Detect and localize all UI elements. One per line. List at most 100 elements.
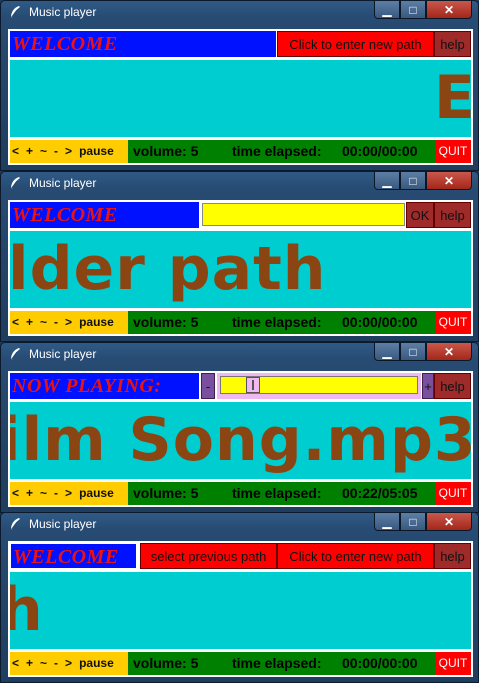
next-button[interactable]: > <box>65 486 72 500</box>
maximize-icon: □ <box>409 2 417 17</box>
maximize-button[interactable]: □ <box>400 513 426 531</box>
music-player-window-2: Music player ▁ □ ✕ WELCOME OK help lder … <box>0 171 479 342</box>
volume-up-button[interactable]: + <box>26 315 33 329</box>
prev-button[interactable]: < <box>12 656 19 670</box>
quit-button[interactable]: QUIT <box>435 652 471 675</box>
close-button[interactable]: ✕ <box>426 343 472 361</box>
minimize-button[interactable]: ▁ <box>374 343 400 361</box>
minimize-button[interactable]: ▁ <box>374 1 400 19</box>
scrolling-text: lder path <box>10 234 327 304</box>
status-label: WELCOME <box>10 202 199 228</box>
close-icon: ✕ <box>443 344 455 359</box>
feather-icon <box>10 177 20 190</box>
volume-down-button[interactable]: - <box>54 315 58 329</box>
pause-button[interactable]: pause <box>79 656 114 670</box>
minimize-icon: ▁ <box>382 514 392 529</box>
maximize-button[interactable]: □ <box>400 1 426 19</box>
close-button[interactable]: ✕ <box>426 172 472 190</box>
loop-button[interactable]: ~ <box>40 144 47 158</box>
scrolling-text: ilm Song.mp3 <box>10 405 471 475</box>
close-button[interactable]: ✕ <box>426 513 472 531</box>
enter-path-button[interactable]: Click to enter new path <box>277 543 434 569</box>
close-icon: ✕ <box>443 173 455 188</box>
loop-button[interactable]: ~ <box>40 486 47 500</box>
volume-label: volume: 5 <box>133 314 199 330</box>
volume-up-button[interactable]: + <box>26 656 33 670</box>
pause-button[interactable]: pause <box>79 486 114 500</box>
volume-down-button[interactable]: - <box>54 656 58 670</box>
status-bar: volume: 5 time elapsed: 00:00/00:00 <box>128 311 435 334</box>
quit-button[interactable]: QUIT <box>435 311 471 334</box>
window-title: Music player <box>29 5 97 19</box>
pause-button[interactable]: pause <box>79 315 114 329</box>
playback-controls: < + ~ - > pause <box>10 482 128 505</box>
status-label: NOW PLAYING: <box>10 373 199 399</box>
music-player-window-4: Music player ▁ □ ✕ WELCOME select previo… <box>0 512 479 683</box>
seek-back-button[interactable]: - <box>201 373 215 399</box>
song-display: lder path <box>10 231 471 308</box>
volume-up-button[interactable]: + <box>26 144 33 158</box>
maximize-button[interactable]: □ <box>400 172 426 190</box>
prev-button[interactable]: < <box>12 144 19 158</box>
title-bar[interactable]: Music player ▁ □ ✕ <box>1 1 478 23</box>
player-client-area: NOW PLAYING: - + help ilm Song.mp3 < + ~ - >… <box>8 371 473 507</box>
maximize-icon: □ <box>409 173 417 188</box>
minimize-button[interactable]: ▁ <box>374 513 400 531</box>
close-icon: ✕ <box>443 2 455 17</box>
quit-button[interactable]: QUIT <box>435 482 471 505</box>
pause-button[interactable]: pause <box>79 144 114 158</box>
maximize-button[interactable]: □ <box>400 343 426 361</box>
help-button[interactable]: help <box>434 202 471 228</box>
next-button[interactable]: > <box>65 144 72 158</box>
title-bar[interactable]: Music player ▁ □ ✕ <box>1 343 478 365</box>
player-client-area: WELCOME select previous path Click to en… <box>8 541 473 677</box>
loop-button[interactable]: ~ <box>40 656 47 670</box>
player-client-area: WELCOME Click to enter new path help En … <box>8 29 473 165</box>
help-button[interactable]: help <box>434 543 471 569</box>
volume-up-button[interactable]: + <box>26 486 33 500</box>
elapsed-value: 00:00/00:00 <box>342 655 418 671</box>
window-title: Music player <box>29 517 97 531</box>
elapsed-value: 00:00/00:00 <box>342 314 418 330</box>
loop-button[interactable]: ~ <box>40 315 47 329</box>
volume-down-button[interactable]: - <box>54 486 58 500</box>
title-bar[interactable]: Music player ▁ □ ✕ <box>1 513 478 535</box>
status-bar: volume: 5 time elapsed: 00:00/00:00 <box>128 140 435 163</box>
prev-button[interactable]: < <box>12 315 19 329</box>
title-bar[interactable]: Music player ▁ □ ✕ <box>1 172 478 194</box>
feather-icon <box>10 348 20 361</box>
close-icon: ✕ <box>443 514 455 529</box>
progress-slider[interactable] <box>217 373 421 399</box>
feather-icon <box>10 518 20 531</box>
minimize-icon: ▁ <box>382 173 392 188</box>
song-display: h <box>10 572 471 649</box>
help-button[interactable]: help <box>434 31 471 57</box>
player-client-area: WELCOME OK help lder path < + ~ - > pause vol… <box>8 200 473 336</box>
next-button[interactable]: > <box>65 656 72 670</box>
volume-label: volume: 5 <box>133 655 199 671</box>
progress-thumb[interactable] <box>246 377 260 393</box>
help-button[interactable]: help <box>434 373 471 399</box>
volume-label: volume: 5 <box>133 143 199 159</box>
music-player-window-1: Music player ▁ □ ✕ WELCOME Click to ente… <box>0 0 479 171</box>
window-title: Music player <box>29 176 97 190</box>
close-button[interactable]: ✕ <box>426 1 472 19</box>
playback-controls: < + ~ - > pause <box>10 311 128 334</box>
enter-path-button[interactable]: Click to enter new path <box>277 31 434 57</box>
prev-button[interactable]: < <box>12 486 19 500</box>
status-bar: volume: 5 time elapsed: 00:22/05:05 <box>128 482 435 505</box>
window-title: Music player <box>29 347 97 361</box>
quit-button[interactable]: QUIT <box>435 140 471 163</box>
playback-controls: < + ~ - > pause <box>10 140 128 163</box>
previous-path-button[interactable]: select previous path <box>140 543 277 569</box>
path-input[interactable] <box>202 203 405 226</box>
seek-forward-button[interactable]: + <box>422 373 434 399</box>
status-bar: volume: 5 time elapsed: 00:00/00:00 <box>128 652 435 675</box>
scrolling-text: En <box>434 63 471 133</box>
volume-down-button[interactable]: - <box>54 144 58 158</box>
elapsed-value: 00:22/05:05 <box>342 485 418 501</box>
minimize-button[interactable]: ▁ <box>374 172 400 190</box>
next-button[interactable]: > <box>65 315 72 329</box>
elapsed-label: time elapsed: <box>232 314 322 330</box>
ok-button[interactable]: OK <box>406 202 434 228</box>
